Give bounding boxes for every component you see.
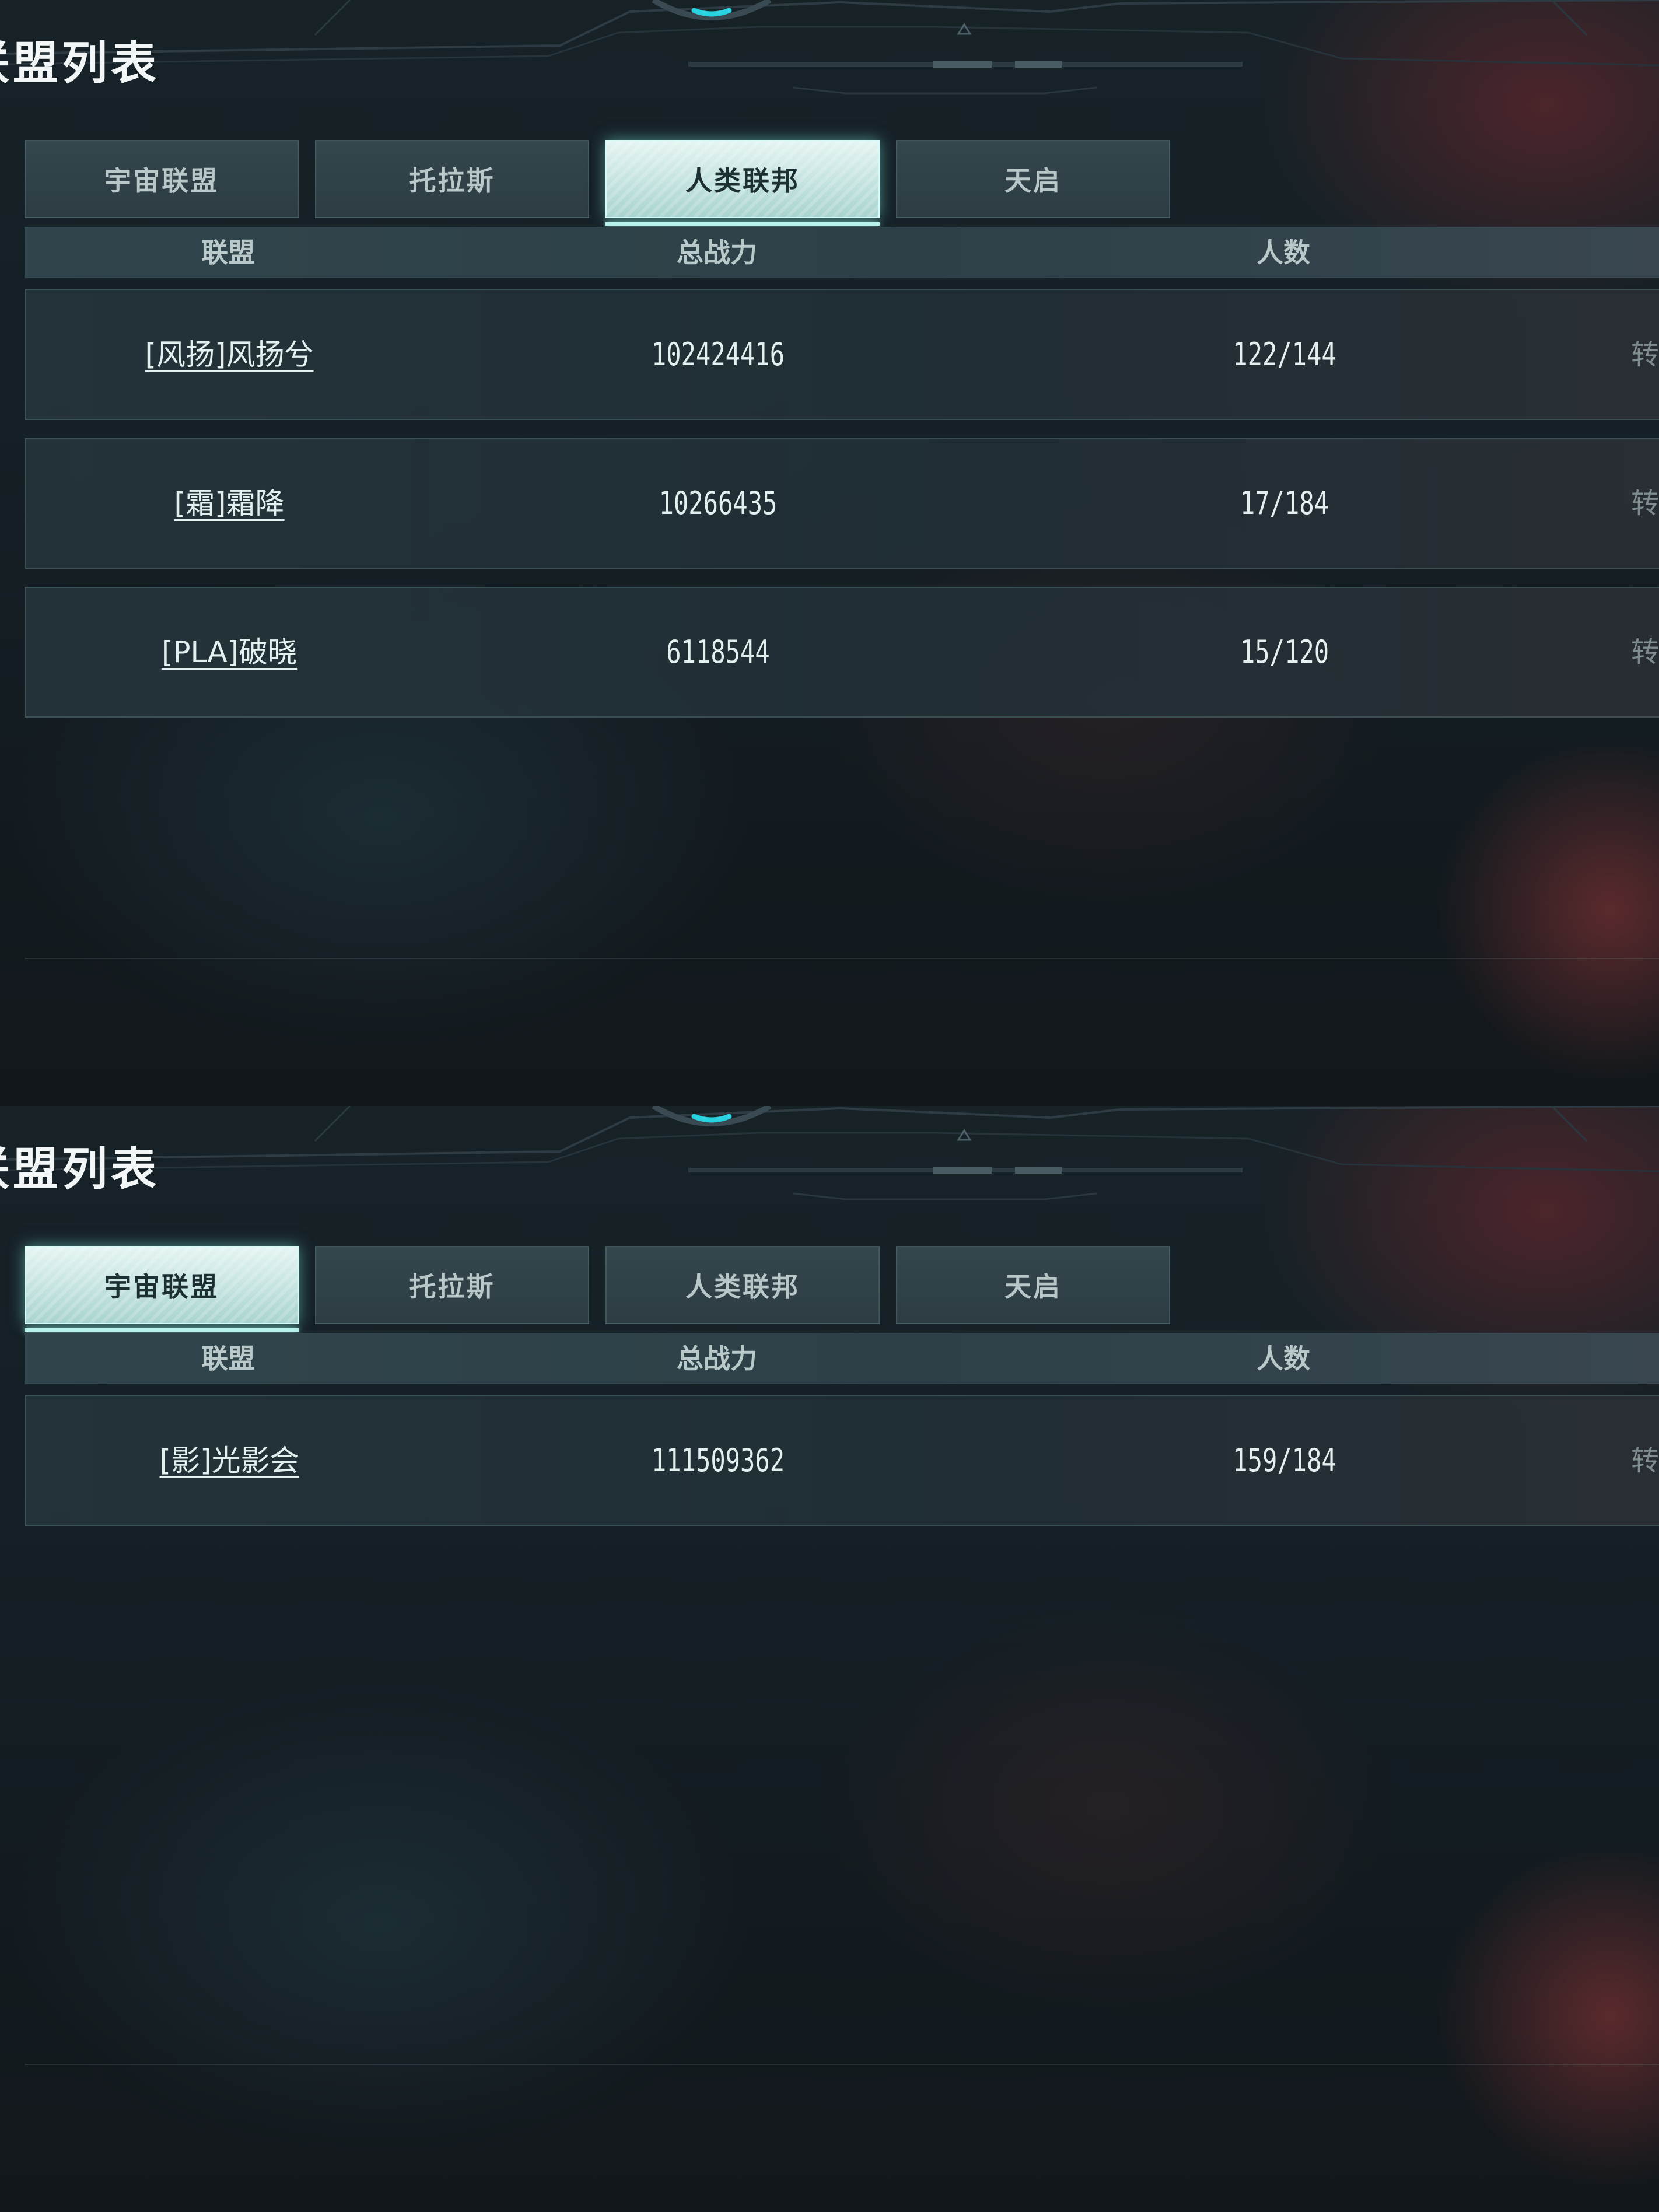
column-header-members: 人数 <box>1256 1343 1310 1374</box>
hud-frame <box>0 0 1659 94</box>
tab-tianqi[interactable]: 天启 <box>896 1246 1170 1324</box>
alliance-name-link[interactable]: [风扬]风扬兮 <box>145 290 313 419</box>
tab-label: 宇宙联盟 <box>104 165 219 197</box>
tab-label: 人类联邦 <box>685 1271 800 1303</box>
tab-label: 宇宙联盟 <box>104 1271 219 1303</box>
tab-yuzhou-alliance[interactable]: 宇宙联盟 <box>24 140 299 218</box>
column-header-power: 总战力 <box>677 237 757 268</box>
table-row: [风扬]风扬兮 102424416 122/144 转 <box>24 289 1659 420</box>
tab-label: 天启 <box>1005 1271 1062 1303</box>
tab-human-federation[interactable]: 人类联邦 <box>606 1246 880 1324</box>
table-row: [影]光影会 111509362 159/184 转 <box>24 1395 1659 1526</box>
column-header-alliance: 联盟 <box>201 1343 255 1374</box>
alliance-name-link[interactable]: [PLA]破晓 <box>162 588 297 716</box>
alliance-name-link[interactable]: [霜]霜降 <box>174 439 284 568</box>
alliance-members: 15/120 <box>1240 634 1329 670</box>
tab-label: 天启 <box>1005 165 1062 197</box>
alliance-power: 111509362 <box>651 1442 785 1479</box>
page-title: 联盟列表 <box>0 37 160 90</box>
column-header-power: 总战力 <box>677 1343 757 1374</box>
alliance-members: 159/184 <box>1233 1442 1336 1479</box>
table-header: 联盟 总战力 人数 <box>24 227 1659 278</box>
table-row: [PLA]破晓 6118544 15/120 转 <box>24 587 1659 718</box>
tab-tuolasi[interactable]: 托拉斯 <box>315 1246 589 1324</box>
tab-label: 托拉斯 <box>409 1271 495 1303</box>
alliance-members: 17/184 <box>1240 485 1329 522</box>
transfer-button[interactable]: 转 <box>1631 439 1659 568</box>
transfer-button[interactable]: 转 <box>1631 588 1659 716</box>
column-header-members: 人数 <box>1256 237 1310 268</box>
transfer-button[interactable]: 转 <box>1631 290 1659 419</box>
active-tab-indicator <box>24 1328 299 1332</box>
tab-label: 托拉斯 <box>409 165 495 197</box>
alliance-power: 102424416 <box>651 336 785 373</box>
table-row: [霜]霜降 10266435 17/184 转 <box>24 438 1659 569</box>
active-tab-indicator <box>606 222 880 226</box>
alliance-power: 10266435 <box>659 485 778 522</box>
alliance-list-panel-2: 联盟列表 宇宙联盟 托拉斯 人类联邦 天启 联盟 总战力 人数 [影]光影会 1… <box>0 1106 1659 2212</box>
tab-yuzhou-alliance[interactable]: 宇宙联盟 <box>24 1246 299 1324</box>
tab-label: 人类联邦 <box>685 165 800 197</box>
tab-tuolasi[interactable]: 托拉斯 <box>315 140 589 218</box>
divider <box>24 958 1659 959</box>
column-header-alliance: 联盟 <box>201 237 255 268</box>
tab-human-federation[interactable]: 人类联邦 <box>606 140 880 218</box>
faction-tabs: 宇宙联盟 托拉斯 人类联邦 天启 <box>0 140 1659 228</box>
divider <box>24 2064 1659 2065</box>
transfer-button[interactable]: 转 <box>1631 1396 1659 1525</box>
hud-frame <box>0 1106 1659 1200</box>
alliance-power: 6118544 <box>666 634 770 670</box>
alliance-list-panel-1: 联盟列表 宇宙联盟 托拉斯 人类联邦 天启 联盟 总战力 人数 [风扬]风扬兮 … <box>0 0 1659 1106</box>
tab-tianqi[interactable]: 天启 <box>896 140 1170 218</box>
table-header: 联盟 总战力 人数 <box>24 1333 1659 1384</box>
faction-tabs: 宇宙联盟 托拉斯 人类联邦 天启 <box>0 1246 1659 1334</box>
alliance-members: 122/144 <box>1233 336 1336 373</box>
page-title: 联盟列表 <box>0 1143 160 1196</box>
alliance-name-link[interactable]: [影]光影会 <box>159 1396 299 1525</box>
